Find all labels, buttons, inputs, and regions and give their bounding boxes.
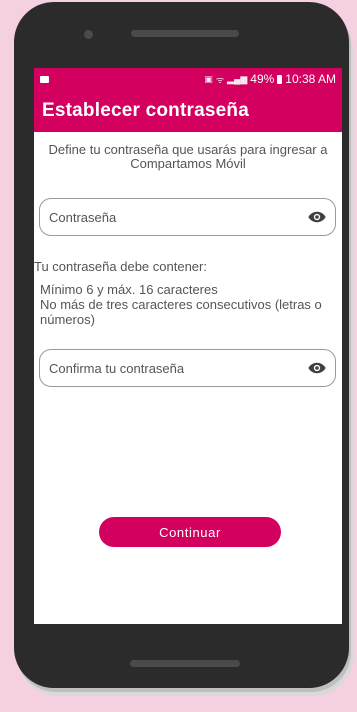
intro-text: Define tu contraseña que usarás para ing… (48, 142, 328, 171)
confirm-password-placeholder: Confirma tu contraseña (49, 360, 185, 376)
main-content: Define tu contraseña que usarás para ing… (34, 132, 342, 547)
status-right: ▣ ᯤ ▂▄▆ 49% 10:38 AM (204, 72, 336, 86)
rules-list: Mínimo 6 y máx. 16 caracteres No más de … (40, 282, 338, 327)
battery-percent: 49% (250, 72, 275, 86)
rule-item: Mínimo 6 y máx. 16 caracteres (40, 282, 218, 297)
eye-icon[interactable] (308, 210, 326, 224)
battery-icon (277, 74, 283, 84)
password-field[interactable]: Contraseña (39, 198, 336, 236)
page-title: Establecer contraseña (42, 100, 249, 121)
app-bar: Establecer contraseña (34, 90, 342, 132)
camera-icon (84, 30, 93, 39)
rules-title: Tu contraseña debe contener: (34, 259, 207, 274)
status-bar: ▣ ᯤ ▂▄▆ 49% 10:38 AM (34, 68, 342, 90)
eye-icon[interactable] (308, 361, 326, 375)
phone-top-bezel (14, 2, 349, 70)
confirm-password-field[interactable]: Confirma tu contraseña (39, 349, 336, 387)
wifi-icon: ᯤ (215, 74, 225, 85)
password-placeholder: Contraseña (49, 209, 117, 225)
signal-icon: ▂▄▆ (227, 73, 248, 84)
status-time: 10:38 AM (285, 72, 336, 86)
page: ▣ ᯤ ▂▄▆ 49% 10:38 AM Establecer contrase… (0, 0, 357, 712)
speaker-grille (131, 30, 239, 37)
continue-button[interactable]: Continuar (99, 517, 281, 547)
home-bar[interactable] (130, 660, 240, 667)
video-icon (40, 75, 49, 83)
rule-item: No más de tres caracteres consecutivos (… (40, 297, 322, 327)
sim-icon: ▣ (204, 73, 213, 84)
phone-screen: ▣ ᯤ ▂▄▆ 49% 10:38 AM Establecer contrase… (34, 68, 342, 624)
